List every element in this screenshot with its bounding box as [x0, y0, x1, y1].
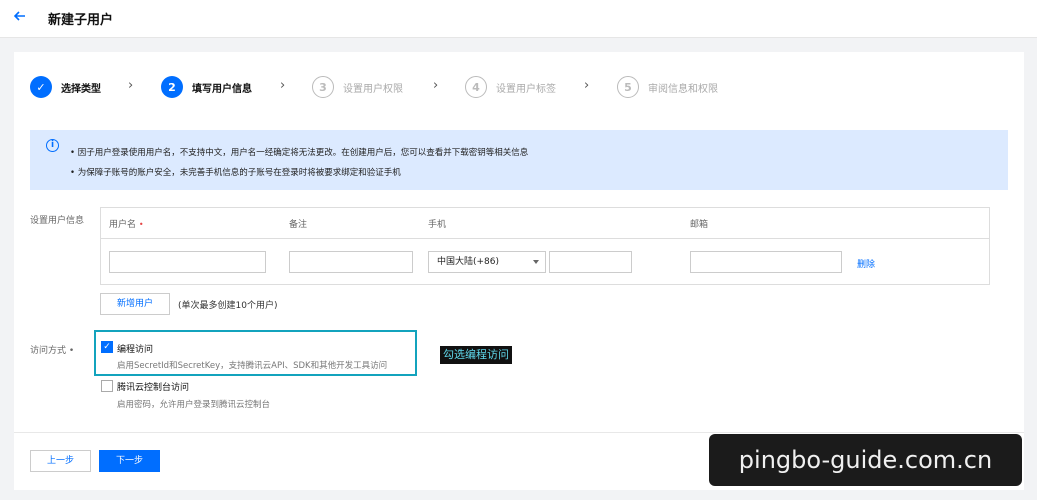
console-access-desc: 启用密码，允许用户登录到腾讯云控制台: [117, 400, 271, 410]
step-set-tags: 4 设置用户标签: [465, 74, 556, 100]
step-indicator: ✓ 选择类型 › 2 填写用户信息 › 3 设置用户权限 › 4 设置用户标签 …: [14, 74, 1024, 100]
country-code-select[interactable]: 中国大陆(+86): [428, 251, 546, 273]
column-header-email: 邮箱: [690, 220, 709, 230]
email-input[interactable]: [690, 251, 842, 273]
access-method-label: 访问方式 •: [30, 346, 75, 356]
form-card: ✓ 选择类型 › 2 填写用户信息 › 3 设置用户权限 › 4 设置用户标签 …: [14, 52, 1024, 490]
next-step-button[interactable]: 下一步: [99, 450, 160, 472]
chevron-right-icon: ›: [584, 78, 590, 93]
check-icon: ✓: [30, 76, 52, 98]
programmatic-access-desc: 启用SecretId和SecretKey，支持腾讯云API、SDK和其他开发工具…: [117, 361, 388, 371]
programmatic-access-title: 编程访问: [117, 345, 154, 355]
prev-step-button[interactable]: 上一步: [30, 450, 91, 472]
column-header-remark: 备注: [289, 220, 308, 230]
table-divider: [101, 238, 989, 239]
chevron-right-icon: ›: [433, 78, 439, 93]
username-input[interactable]: [109, 251, 266, 273]
back-arrow-svg: [13, 11, 25, 21]
notice-line: • 因子用户登录使用用户名，不支持中文，用户名一经确定将无法更改。在创建用户后，…: [70, 148, 529, 158]
console-access-checkbox[interactable]: [101, 380, 113, 392]
chevron-right-icon: ›: [128, 78, 134, 93]
username-header-text: 用户名: [109, 220, 137, 230]
step-review: 5 审阅信息和权限: [617, 74, 718, 100]
caret-down-icon: [533, 260, 539, 264]
notice-line: • 为保障子账号的账户安全，未完善手机信息的子账号在登录时将被要求绑定和验证手机: [70, 168, 401, 178]
watermark-badge: pingbo-guide.com.cn: [709, 434, 1022, 486]
step-label: 设置用户权限: [343, 83, 403, 95]
footer-divider: [14, 432, 1024, 433]
user-info-label: 设置用户信息: [30, 216, 85, 226]
step-select-type: ✓ 选择类型: [30, 74, 101, 100]
column-header-phone: 手机: [428, 220, 447, 230]
user-info-table: 用户名 • 备注 手机 邮箱 中国大陆(+86) 删除: [100, 207, 990, 285]
chevron-right-icon: ›: [280, 78, 286, 93]
step-number: 3: [312, 76, 334, 98]
programmatic-access-checkbox[interactable]: ✓: [101, 341, 113, 353]
arrow-left-icon[interactable]: [12, 8, 32, 28]
country-code-value: 中国大陆(+86): [437, 257, 500, 267]
add-user-button[interactable]: 新增用户: [100, 293, 170, 315]
step-number: 4: [465, 76, 487, 98]
info-icon: i: [46, 139, 59, 152]
step-label: 设置用户标签: [496, 83, 556, 95]
step-label: 审阅信息和权限: [648, 83, 718, 95]
step-label: 选择类型: [61, 83, 101, 95]
step-fill-user-info: 2 填写用户信息: [161, 74, 252, 100]
step-set-permissions: 3 设置用户权限: [312, 74, 403, 100]
required-mark: •: [138, 220, 144, 229]
delete-row-link[interactable]: 删除: [857, 257, 875, 270]
console-access-title: 腾讯云控制台访问: [117, 383, 190, 393]
phone-input[interactable]: [549, 251, 632, 273]
step-number: 2: [161, 76, 183, 98]
add-user-hint: (单次最多创建10个用户): [178, 301, 278, 311]
step-label: 填写用户信息: [192, 83, 252, 95]
remark-input[interactable]: [289, 251, 413, 273]
step-number: 5: [617, 76, 639, 98]
column-header-username: 用户名 •: [109, 217, 144, 230]
page-title: 新建子用户: [48, 13, 114, 28]
top-bar: 新建子用户: [0, 0, 1037, 38]
info-notice: i • 因子用户登录使用用户名，不支持中文，用户名一经确定将无法更改。在创建用户…: [30, 130, 1008, 190]
annotation-callout: 勾选编程访问: [440, 346, 512, 364]
